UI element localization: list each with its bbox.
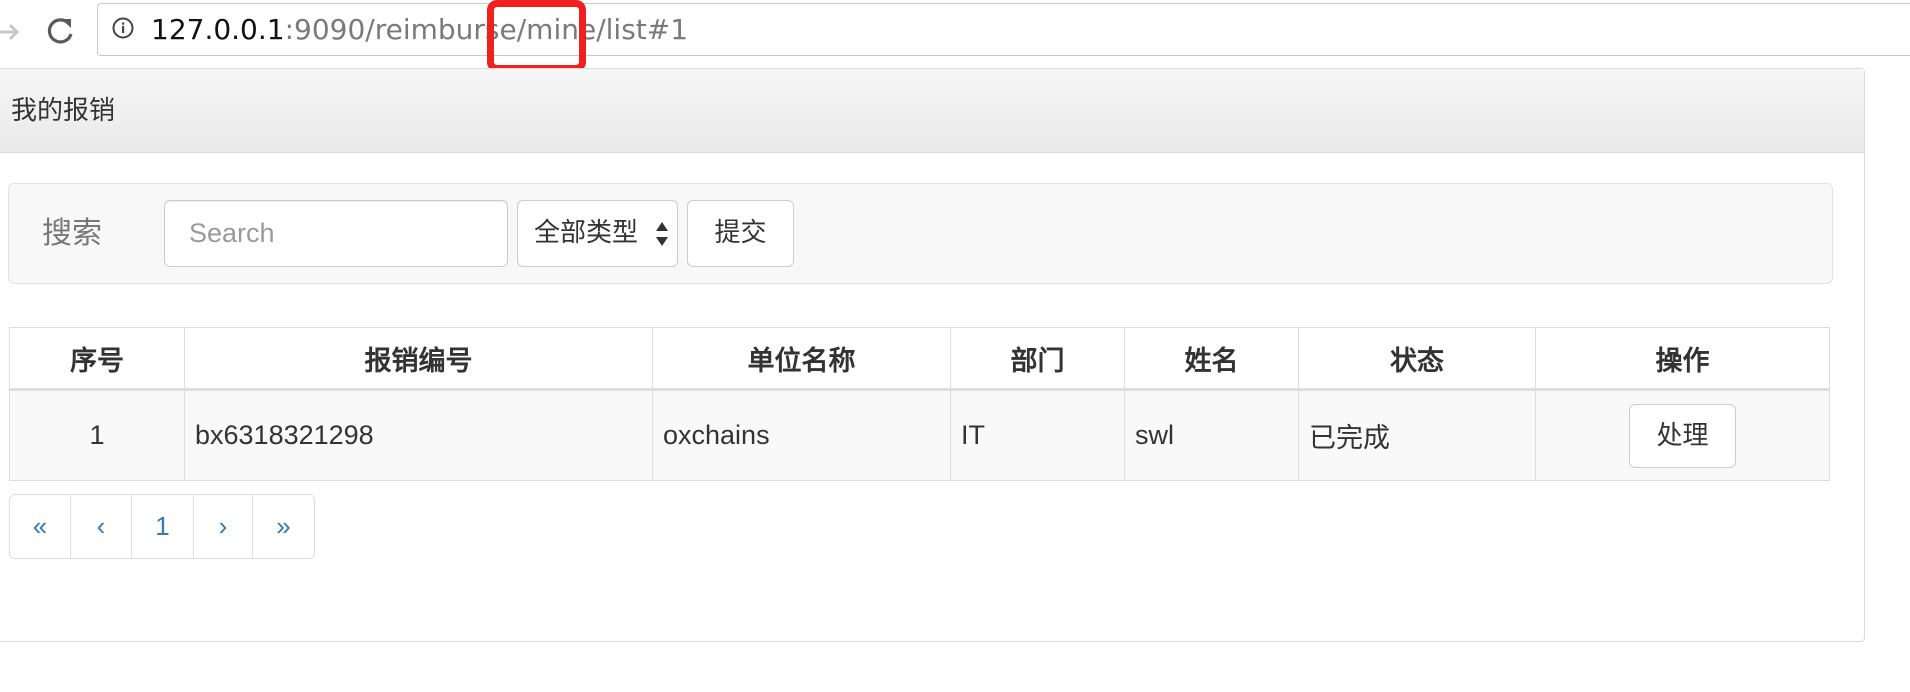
cell-department: IT bbox=[950, 389, 1125, 481]
panel-title: 我的报销 bbox=[11, 96, 116, 126]
cell-index: 1 bbox=[9, 389, 185, 481]
forward-arrow-icon[interactable] bbox=[0, 14, 22, 50]
table-row: 1 bx6318321298 oxchains IT swl 已完成 处理 bbox=[9, 389, 1830, 481]
submit-button[interactable]: 提交 bbox=[687, 200, 794, 267]
red-highlight-annotation bbox=[487, 0, 586, 72]
page-first-link[interactable]: « bbox=[10, 495, 71, 558]
cell-number: bx6318321298 bbox=[184, 389, 653, 481]
header-company: 单位名称 bbox=[652, 327, 951, 391]
page-last-link[interactable]: » bbox=[253, 495, 314, 558]
page-prev-link[interactable]: ‹ bbox=[71, 495, 132, 558]
browser-toolbar: 127.0.0.1:9090/reimburse/mine/list#1 bbox=[0, 0, 1910, 72]
type-select[interactable]: 全部类型 bbox=[517, 200, 678, 267]
table-header-row: 序号 报销编号 单位名称 部门 姓名 状态 操作 bbox=[9, 327, 1830, 391]
cell-company: oxchains bbox=[652, 389, 951, 481]
cell-status: 已完成 bbox=[1298, 389, 1536, 481]
pagination: « ‹ 1 › » bbox=[9, 494, 315, 559]
type-select-value: 全部类型 bbox=[534, 218, 639, 248]
header-department: 部门 bbox=[950, 327, 1125, 391]
cell-action: 处理 bbox=[1535, 389, 1830, 481]
process-button[interactable]: 处理 bbox=[1629, 403, 1736, 468]
search-label: 搜索 bbox=[42, 216, 102, 251]
panel-heading: 我的报销 bbox=[0, 69, 1864, 153]
search-input[interactable] bbox=[164, 200, 508, 267]
url-host: 127.0.0.1 bbox=[151, 13, 285, 46]
info-icon[interactable] bbox=[112, 17, 134, 39]
header-status: 状态 bbox=[1298, 327, 1536, 391]
reload-icon[interactable] bbox=[42, 12, 78, 50]
header-number: 报销编号 bbox=[184, 327, 653, 391]
select-arrows-icon bbox=[655, 220, 669, 248]
header-name: 姓名 bbox=[1124, 327, 1299, 391]
header-index: 序号 bbox=[9, 327, 185, 391]
header-action: 操作 bbox=[1535, 327, 1830, 391]
url-text[interactable]: 127.0.0.1:9090/reimburse/mine/list#1 bbox=[151, 10, 688, 50]
cell-name: swl bbox=[1124, 389, 1299, 481]
reimbursement-table: 序号 报销编号 单位名称 部门 姓名 状态 操作 1 bx6318321298 … bbox=[9, 327, 1830, 481]
page-next-link[interactable]: › bbox=[194, 495, 253, 558]
page-current-link[interactable]: 1 bbox=[132, 495, 194, 558]
